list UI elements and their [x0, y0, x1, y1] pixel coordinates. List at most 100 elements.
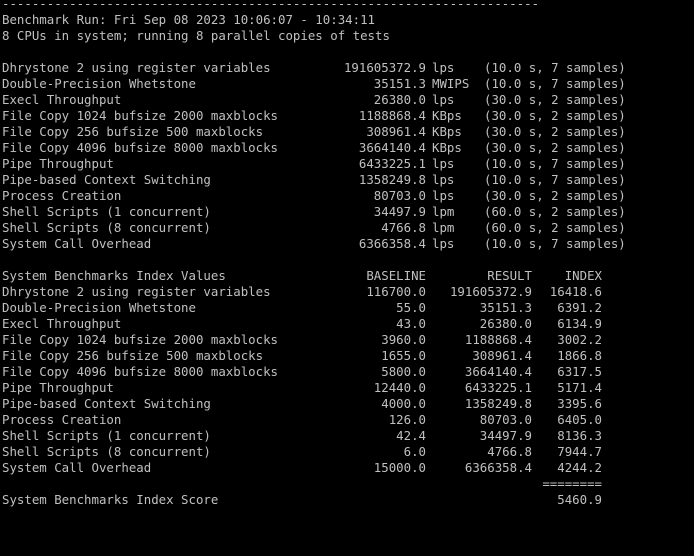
index-row-index: 1866.8	[557, 348, 602, 363]
result-samples: (10.0 s, 7 samples)	[484, 76, 626, 91]
result-value: 1188868.4	[358, 108, 426, 123]
index-title: System Benchmarks Index Values	[2, 268, 226, 283]
result-name: Dhrystone 2 using register variables	[2, 60, 271, 75]
index-row-index: 3395.6	[557, 396, 602, 411]
index-row-baseline: 55.0	[396, 300, 426, 315]
result-unit: KBps	[432, 124, 462, 139]
result-name: System Call Overhead	[2, 236, 152, 251]
benchmark-run-line: Benchmark Run: Fri Sep 08 2023 10:06:07 …	[2, 12, 375, 27]
result-name: Shell Scripts (8 concurrent)	[2, 220, 211, 235]
result-unit: lps	[432, 156, 455, 171]
result-value: 191605372.9	[343, 60, 426, 75]
index-row-result: 1358249.8	[464, 396, 532, 411]
result-unit: lps	[432, 60, 455, 75]
result-unit: lps	[432, 236, 455, 251]
index-row-baseline: 12440.0	[373, 380, 426, 395]
index-row-index: 4244.2	[557, 460, 602, 475]
index-row-index: 6405.0	[557, 412, 602, 427]
result-value: 6366358.4	[358, 236, 426, 251]
result-header: RESULT	[487, 268, 532, 283]
result-samples: (10.0 s, 7 samples)	[484, 172, 626, 187]
result-samples: (30.0 s, 2 samples)	[484, 188, 626, 203]
index-row-baseline: 4000.0	[381, 396, 426, 411]
index-row-name: File Copy 256 bufsize 500 maxblocks	[2, 348, 264, 363]
index-row-name: Process Creation	[2, 412, 122, 427]
result-name: File Copy 4096 bufsize 8000 maxblocks	[2, 140, 279, 155]
result-samples: (60.0 s, 2 samples)	[484, 204, 626, 219]
result-name: Double-Precision Whetstone	[2, 76, 196, 91]
index-row-baseline: 126.0	[388, 412, 426, 427]
result-name: Execl Throughput	[2, 92, 122, 107]
header-rule: ----------------------------------------…	[2, 0, 540, 11]
index-row-name: File Copy 1024 bufsize 2000 maxblocks	[2, 332, 279, 347]
result-unit: MWIPS	[432, 76, 470, 91]
index-score-value: 5460.9	[557, 492, 602, 507]
index-row-index: 6391.2	[557, 300, 602, 315]
index-row-result: 308961.4	[472, 348, 532, 363]
result-samples: (30.0 s, 2 samples)	[484, 140, 626, 155]
index-score-row: System Benchmarks Index Score 5460.9	[2, 492, 602, 508]
index-row-result: 3664140.4	[464, 364, 532, 379]
index-row-baseline: 43.0	[396, 316, 426, 331]
index-row-name: Pipe Throughput	[2, 380, 114, 395]
index-header: INDEX	[564, 268, 602, 283]
index-row-result: 1188868.4	[464, 332, 532, 347]
index-row-result: 34497.9	[479, 428, 532, 443]
result-unit: lps	[432, 92, 455, 107]
result-samples: (10.0 s, 7 samples)	[484, 156, 626, 171]
result-value: 34497.9	[373, 204, 426, 219]
result-name: Pipe-based Context Switching	[2, 172, 211, 187]
result-name: Pipe Throughput	[2, 156, 114, 171]
index-row-index: 8136.3	[557, 428, 602, 443]
result-unit: lpm	[432, 204, 455, 219]
index-row-baseline: 6.0	[403, 444, 426, 459]
index-row-name: Pipe-based Context Switching	[2, 396, 211, 411]
result-unit: KBps	[432, 140, 462, 155]
result-unit: lps	[432, 188, 455, 203]
result-name: File Copy 256 bufsize 500 maxblocks	[2, 124, 264, 139]
baseline-header: BASELINE	[366, 268, 426, 283]
cpu-info-line: 8 CPUs in system; running 8 parallel cop…	[2, 28, 390, 43]
index-separator: ========	[542, 476, 602, 491]
index-row-baseline: 5800.0	[381, 364, 426, 379]
index-row-name: Shell Scripts (1 concurrent)	[2, 428, 211, 443]
index-row-result: 4766.8	[487, 444, 532, 459]
index-row-baseline: 3960.0	[381, 332, 426, 347]
index-row-result: 35151.3	[479, 300, 532, 315]
index-row-index: 5171.4	[557, 380, 602, 395]
result-samples: (10.0 s, 7 samples)	[484, 60, 626, 75]
result-name: File Copy 1024 bufsize 2000 maxblocks	[2, 108, 279, 123]
result-value: 4766.8	[381, 220, 426, 235]
result-name: Process Creation	[2, 188, 122, 203]
index-row-index: 7944.7	[557, 444, 602, 459]
index-score-label: System Benchmarks Index Score	[2, 492, 219, 507]
index-row-index: 6134.9	[557, 316, 602, 331]
terminal-window[interactable]: ----------------------------------------…	[0, 0, 694, 517]
index-row-result: 6433225.1	[464, 380, 532, 395]
result-samples: (60.0 s, 2 samples)	[484, 220, 626, 235]
result-value: 308961.4	[366, 124, 426, 139]
result-value: 1358249.8	[358, 172, 426, 187]
index-row-result: 80703.0	[479, 412, 532, 427]
index-row-name: Execl Throughput	[2, 316, 122, 331]
result-unit: lps	[432, 172, 455, 187]
result-samples: (30.0 s, 2 samples)	[484, 124, 626, 139]
index-row-result: 191605372.9	[449, 284, 532, 299]
index-row-index: 3002.2	[557, 332, 602, 347]
index-row-name: System Call Overhead	[2, 460, 152, 475]
result-name: Shell Scripts (1 concurrent)	[2, 204, 211, 219]
index-row-name: Double-Precision Whetstone	[2, 300, 196, 315]
result-value: 6433225.1	[358, 156, 426, 171]
index-row-name: Shell Scripts (8 concurrent)	[2, 444, 211, 459]
result-value: 35151.3	[373, 76, 426, 91]
result-samples: (10.0 s, 7 samples)	[484, 236, 626, 251]
index-row-baseline: 1655.0	[381, 348, 426, 363]
index-row-result: 26380.0	[479, 316, 532, 331]
index-row-baseline: 42.4	[396, 428, 426, 443]
result-samples: (30.0 s, 2 samples)	[484, 92, 626, 107]
index-row-name: File Copy 4096 bufsize 8000 maxblocks	[2, 364, 279, 379]
index-row-name: Dhrystone 2 using register variables	[2, 284, 271, 299]
index-row-index: 6317.5	[557, 364, 602, 379]
index-row-index: 16418.6	[549, 284, 602, 299]
index-row-baseline: 116700.0	[366, 284, 426, 299]
